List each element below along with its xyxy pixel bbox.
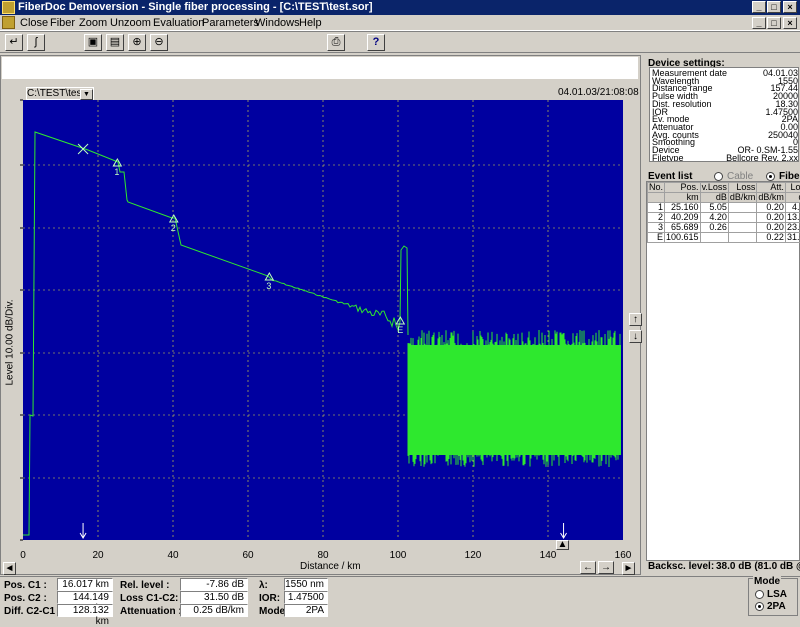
pan-right-icon[interactable]: → [598,561,614,574]
event-cell [728,213,757,223]
event-cell: 4.94 [785,203,800,213]
x-tick-label: 60 [236,550,260,561]
event-cell: 2 [648,213,665,223]
lsa-radio[interactable] [755,590,764,599]
attenuation-value: 0.25 dB/km [180,604,248,617]
x-tick-label: 120 [461,550,485,561]
event-cell: 13.74 [785,213,800,223]
event-cell: 1 [648,203,665,213]
device-setting-key: Filetype [652,154,684,162]
pan-left-icon[interactable]: ← [580,561,596,574]
ior-label: IOR: [259,593,280,604]
mode-group-title: Mode [753,576,781,587]
cable-radio[interactable] [714,172,723,181]
event-cell [700,233,728,243]
x-tick-label: 20 [86,550,110,561]
event-list-table[interactable]: No.Pos.v.LossLossAtt.Loss kmdBdB/kmdB/km… [646,181,800,561]
event-cell [728,233,757,243]
scroll-up-icon[interactable]: ↑ [629,313,642,326]
backscatter-value: 38.0 dB (81.0 dB @ 1n [716,561,800,572]
x-axis-label: Distance / km [300,561,361,572]
event-cell [728,223,757,233]
event-cell: 25.160 [665,203,701,213]
event-cell: km [665,193,701,203]
device-setting-row: Filetype Bellcore Rev. 2.xx [652,154,798,162]
lambda-value: 1550 nm [284,578,328,591]
loss-label: Loss C1-C2: [120,593,178,604]
x-tick-label: 80 [311,550,335,561]
x-tick-label: 0 [11,550,35,561]
scroll-left-small-icon[interactable]: ◄ [3,562,16,575]
pos-c2-label: Pos. C2 : [4,593,47,604]
x-tick-label: 140 [536,550,560,561]
diff-value: 128.132 km [57,604,113,617]
pos-c1-value: 16.017 km [57,578,113,591]
event-cell: dB [785,193,800,203]
event-marker-label: 2 [171,223,176,233]
event-cell: v.Loss [700,183,728,193]
ior-value: 1.47500 [284,591,328,604]
event-cell: 4.20 [700,213,728,223]
event-cell: 0.20 [757,223,786,233]
event-cell: dB [700,193,728,203]
event-cell: dB/km [757,193,786,203]
event-cell: Loss [785,183,800,193]
event-cell: 0.20 [757,203,786,213]
2pa-label: 2PA [767,601,786,612]
event-cell: Loss [728,183,757,193]
device-settings-box: Measurement date04.01.03Wavelength1550Di… [649,67,799,162]
event-row[interactable]: 125.1605.05 0.204.94 [648,203,800,213]
noise-floor [408,330,621,467]
event-cell: 0.20 [757,213,786,223]
event-row[interactable]: 365.6890.26 0.2023.04 [648,223,800,233]
event-cell: 0.26 [700,223,728,233]
event-cell: Pos. [665,183,701,193]
event-row[interactable]: E100.615 0.2231.09 [648,233,800,243]
event-row[interactable]: 240.2094.20 0.2013.74 [648,213,800,223]
backscatter-label: Backsc. level: [648,561,714,572]
event-cell: No. [648,183,665,193]
pos-c1-label: Pos. C1 : [4,580,47,591]
event-cell [648,193,665,203]
event-marker-label: E [397,325,403,335]
device-setting-value: Bellcore Rev. 2.xx [726,154,798,162]
loss-value: 31.50 dB [180,591,248,604]
x-tick-label: 40 [161,550,185,561]
2pa-radio[interactable] [755,602,764,611]
y-tick-marks [20,100,23,540]
scroll-down-icon[interactable]: ↓ [629,330,642,343]
rel-level-value: -7.86 dB [180,578,248,591]
event-cell [728,203,757,213]
event-cell: 65.689 [665,223,701,233]
event-cell: Att. [757,183,786,193]
event-cell: 40.209 [665,213,701,223]
lambda-label: λ: [259,580,268,591]
x-tick-label: 160 [611,550,635,561]
rel-level-label: Rel. level : [120,580,169,591]
event-cell: dB/km [728,193,757,203]
scroll-right-small-icon[interactable]: ► [622,562,635,575]
x-tick-label: 100 [386,550,410,561]
pos-c2-value: 144.149 km [57,591,113,604]
attenuation-label: Attenuation : [120,606,182,617]
event-cell: 31.09 [785,233,800,243]
event-cell: E [648,233,665,243]
fiber-radio[interactable] [766,172,775,181]
mode-value: 2PA [284,604,328,617]
event-marker-label: 1 [114,167,119,177]
cursor-handle-icon[interactable]: ▲ [556,540,569,550]
event-cell: 0.22 [757,233,786,243]
event-cell: 23.04 [785,223,800,233]
event-cell: 5.05 [700,203,728,213]
diff-label: Diff. C2-C1 : [4,606,61,617]
event-cell: 3 [648,223,665,233]
event-cell: 100.615 [665,233,701,243]
event-marker-label: 3 [266,281,271,291]
lsa-label: LSA [767,589,787,600]
